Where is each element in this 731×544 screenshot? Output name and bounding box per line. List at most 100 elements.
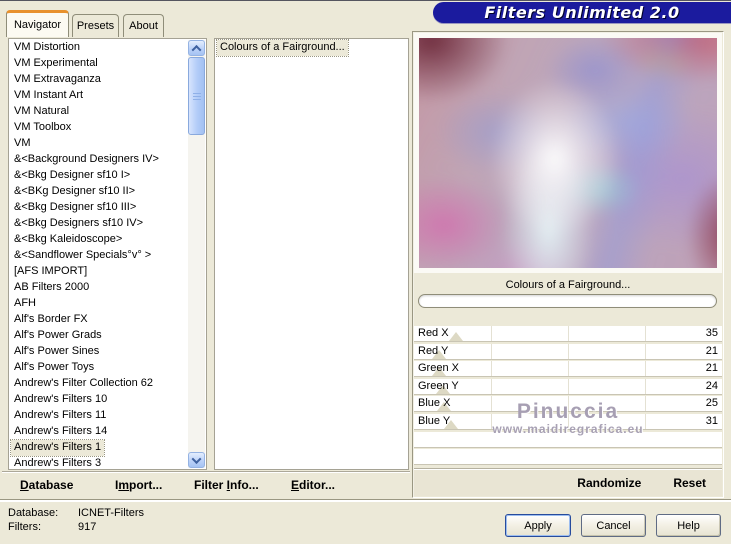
status-database-value: ICNET-Filters — [78, 507, 144, 519]
list-item[interactable]: VM Natural — [11, 104, 72, 120]
window-title: Filters Unlimited 2.0 — [484, 3, 680, 22]
slider-tick — [491, 326, 492, 341]
list-item[interactable]: [AFS IMPORT] — [11, 264, 90, 280]
slider-tick — [568, 413, 569, 429]
list-item[interactable]: Andrew's Filter Collection 62 — [11, 376, 156, 392]
list-item[interactable]: &<Background Designers IV> — [11, 152, 162, 168]
slider-tick — [645, 343, 646, 359]
randomize-button[interactable]: Randomize — [577, 476, 641, 490]
category-scrollbar[interactable] — [188, 40, 205, 468]
slider-row[interactable]: Green Y 24 — [414, 378, 722, 394]
slider-row-empty[interactable] — [414, 431, 722, 447]
scrollbar-down-button[interactable] — [188, 452, 205, 468]
window-top-border — [0, 0, 731, 1]
preview-frame — [414, 33, 722, 273]
editor-menu-button[interactable]: Editor... — [291, 478, 335, 492]
slider-row-empty[interactable] — [414, 449, 722, 465]
slider-thumb[interactable] — [449, 332, 464, 341]
tab-presets-label: Presets — [76, 20, 115, 32]
status-database-label: Database: — [8, 507, 59, 519]
apply-button[interactable]: Apply — [505, 514, 571, 537]
filter-preview-image[interactable] — [419, 38, 717, 268]
slider-tick — [645, 361, 646, 377]
slider-row[interactable]: Blue Y 31 — [414, 413, 722, 429]
list-item[interactable]: AFH — [11, 296, 39, 312]
list-item[interactable]: Andrew's Filters 1 — [9, 439, 106, 457]
progress-bar — [418, 294, 717, 308]
list-item[interactable]: AB Filters 2000 — [11, 280, 92, 296]
slider-value: 35 — [705, 327, 718, 339]
scrollbar-thumb[interactable] — [188, 57, 205, 135]
slider-value: 25 — [705, 397, 718, 410]
list-item[interactable]: VM Toolbox — [11, 120, 74, 136]
list-item[interactable]: VM Instant Art — [11, 88, 86, 104]
tab-about[interactable]: About — [123, 14, 164, 37]
list-item[interactable]: VM Experimental — [11, 56, 101, 72]
database-menu-button[interactable]: Database — [20, 478, 73, 492]
list-item[interactable]: Colours of a Fairground... — [216, 39, 349, 57]
title-banner: Filters Unlimited 2.0 — [433, 2, 731, 23]
tab-navigator-label: Navigator — [13, 19, 62, 31]
slider-tick — [568, 378, 569, 394]
tab-about-label: About — [129, 20, 158, 32]
list-item[interactable]: &<Sandflower Specials°v° > — [11, 248, 154, 264]
preview-image-art — [419, 38, 717, 268]
status-filters-label: Filters: — [8, 521, 41, 533]
scrollbar-up-button[interactable] — [188, 40, 205, 56]
list-item[interactable]: VM — [11, 136, 34, 152]
slider-value: 21 — [705, 362, 718, 375]
list-item[interactable]: &<BKg Designer sf10 II> — [11, 184, 138, 200]
list-item[interactable]: Andrew's Filters 3 — [11, 456, 104, 469]
slider-tick — [491, 343, 492, 359]
filter-listbox[interactable]: Colours of a Fairground... — [214, 38, 409, 470]
list-item[interactable]: Alf's Power Toys — [11, 360, 97, 376]
slider-tick — [568, 361, 569, 377]
slider-tick — [645, 378, 646, 394]
tab-navigator[interactable]: Navigator — [6, 10, 69, 37]
slider-tick — [645, 326, 646, 341]
slider-row[interactable]: Green X 21 — [414, 361, 722, 377]
slider-label: Red X — [418, 327, 449, 339]
list-item[interactable]: &<Bkg Designer sf10 III> — [11, 200, 139, 216]
slider-tick — [645, 396, 646, 412]
menu-accel-key: D — [20, 478, 29, 492]
filter-list: Colours of a Fairground... — [216, 39, 406, 57]
slider-label: Blue X — [418, 397, 451, 410]
import-menu-button[interactable]: Import... — [115, 478, 162, 492]
list-item[interactable]: Alf's Power Sines — [11, 344, 102, 360]
category-list: VM Distortion VM Experimental VM Extravaga… — [9, 40, 187, 469]
list-item[interactable]: Andrew's Filters 11 — [11, 408, 109, 424]
slider-tick — [645, 413, 646, 429]
slider-row[interactable]: Red Y 21 — [414, 343, 722, 359]
chevron-down-icon — [191, 453, 202, 464]
list-item[interactable]: &<Bkg Designers sf10 IV> — [11, 216, 146, 232]
list-item[interactable]: &<Bkg Kaleidoscope> — [11, 232, 125, 248]
slider-row[interactable]: Red X 35 — [414, 326, 722, 341]
list-item[interactable]: Alf's Power Grads — [11, 328, 105, 344]
slider-tick — [491, 396, 492, 412]
slider-tick — [568, 343, 569, 359]
slider-tick — [568, 326, 569, 341]
list-item[interactable]: &<Bkg Designer sf10 I> — [11, 168, 133, 184]
filter-info-menu-button[interactable]: Filter Info... — [194, 478, 259, 492]
tab-presets[interactable]: Presets — [72, 14, 119, 37]
reset-button[interactable]: Reset — [673, 476, 706, 490]
slider-value: 31 — [705, 414, 718, 427]
slider-label: Blue Y — [418, 414, 451, 427]
slider-tick — [491, 361, 492, 377]
list-item[interactable]: Alf's Border FX — [11, 312, 91, 328]
list-item[interactable]: VM Extravaganza — [11, 72, 104, 88]
menu-label-part: Filter — [194, 478, 227, 492]
list-item[interactable]: VM Distortion — [11, 40, 83, 56]
list-item[interactable]: Andrew's Filters 14 — [11, 424, 110, 440]
list-item[interactable]: Andrew's Filters 10 — [11, 392, 110, 408]
slider-row[interactable]: Blue X 25 — [414, 396, 722, 412]
menu-label-part: port... — [129, 478, 163, 492]
help-button[interactable]: Help — [656, 514, 721, 537]
menu-label-part: nfo... — [230, 478, 259, 492]
slider-label: Red Y — [418, 344, 449, 357]
slider-group: Red X 35 Red Y 21 Green X 21 Green Y 24 Blue X 25… — [414, 326, 722, 467]
cancel-button[interactable]: Cancel — [581, 514, 646, 537]
bottom-menubar: Database Import... Filter Info... Editor… — [2, 471, 410, 500]
category-listbox[interactable]: VM Distortion VM Experimental VM Extravaga… — [8, 38, 207, 470]
